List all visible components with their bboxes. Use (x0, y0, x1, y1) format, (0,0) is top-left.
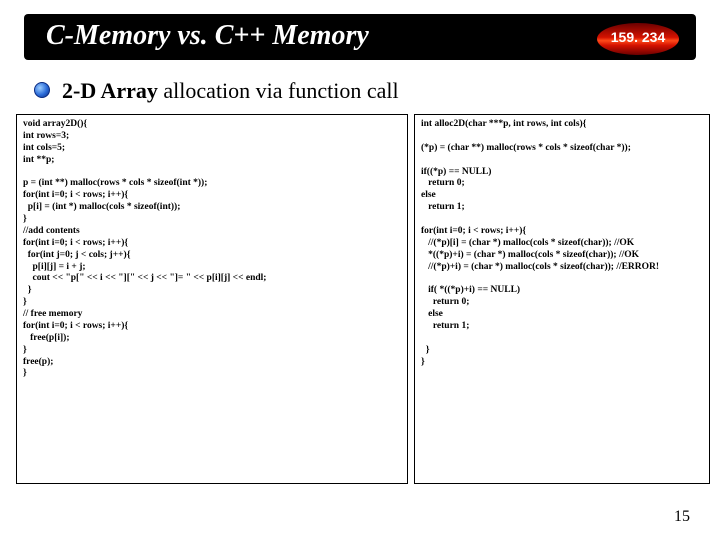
code-right-content: int alloc2D(char ***p, int rows, int col… (421, 119, 703, 368)
code-left-content: void array2D(){ int rows=3; int cols=5; … (23, 119, 401, 380)
bullet-icon (34, 82, 50, 98)
slide-title: C-Memory vs. C++ Memory (46, 20, 369, 52)
code-block-right: int alloc2D(char ***p, int rows, int col… (414, 114, 710, 484)
badge-text: 159. 234 (592, 29, 684, 45)
subhead-bold: 2-D Array (62, 78, 163, 103)
course-badge: 159. 234 (592, 18, 684, 60)
page-number: 15 (674, 508, 690, 526)
code-block-left: void array2D(){ int rows=3; int cols=5; … (16, 114, 408, 484)
subhead-rest: allocation via function call (163, 78, 398, 103)
slide-subheading: 2-D Array allocation via function call (62, 78, 399, 104)
